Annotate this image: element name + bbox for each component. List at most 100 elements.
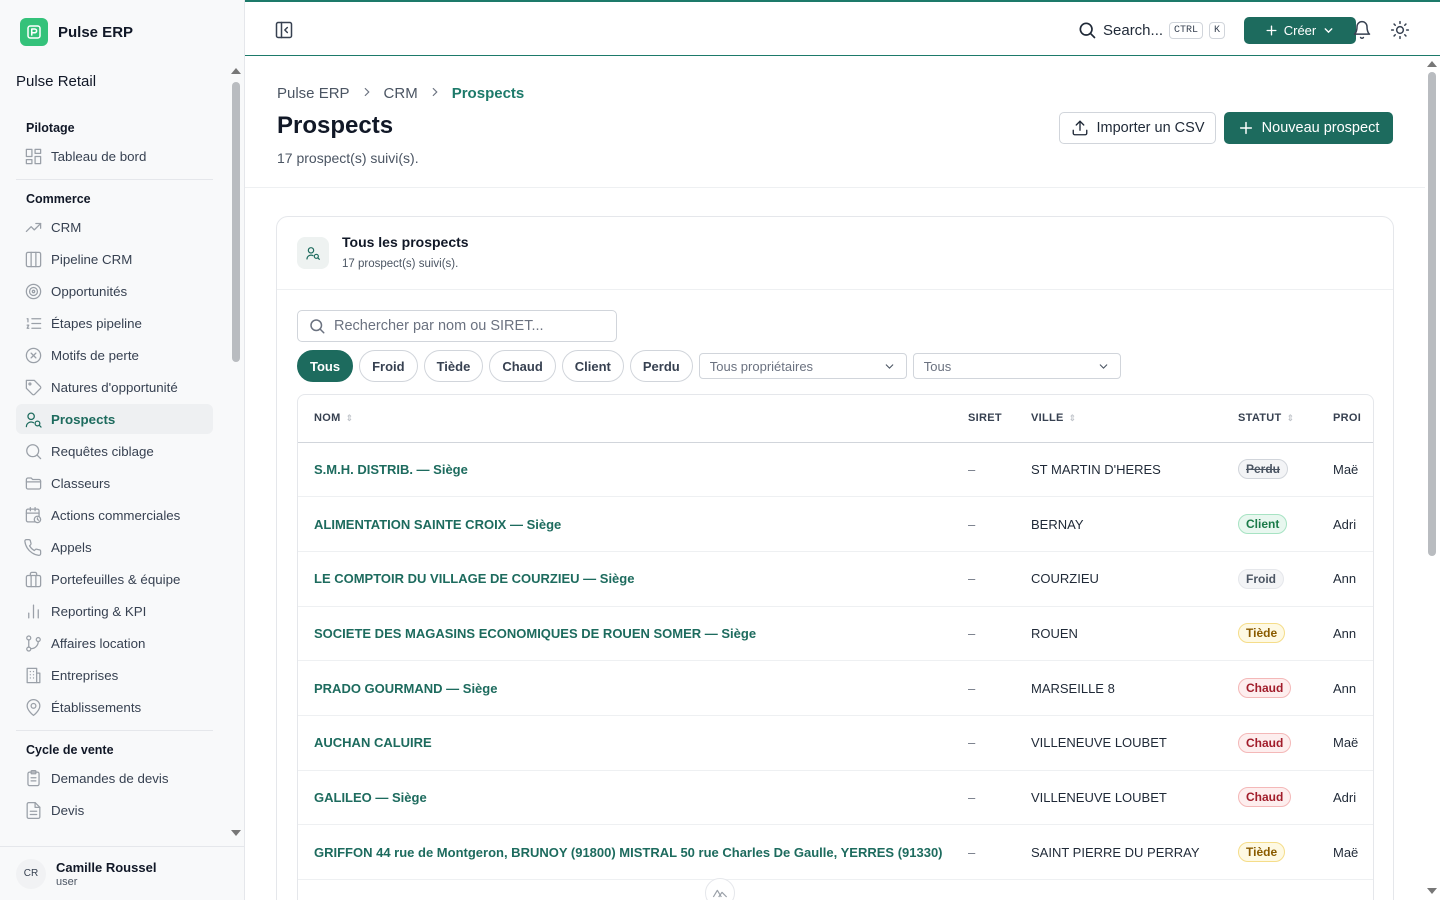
new-prospect-button[interactable]: Nouveau prospect bbox=[1224, 112, 1393, 144]
table-row[interactable]: S.M.H. DISTRIB. — Siège – ST MARTIN D'HERE… bbox=[298, 442, 1373, 498]
pulse-logo-icon bbox=[20, 18, 48, 46]
global-search-button[interactable]: Search... CTRL K bbox=[1077, 17, 1226, 43]
filter-chip-froid[interactable]: Froid bbox=[359, 350, 418, 382]
status-badge: Chaud bbox=[1238, 732, 1292, 753]
sidebar-item-label: Affaires location bbox=[51, 635, 146, 651]
owner-select[interactable]: Tous propriétaires bbox=[698, 353, 907, 379]
table-row[interactable]: GRIFFON 44 rue de Montgeron, BRUNOY (918… bbox=[298, 824, 1373, 880]
owner-value: Ann bbox=[1333, 571, 1357, 587]
prospect-name-link[interactable]: ALIMENTATION SAINTE CROIX — Siège bbox=[314, 517, 561, 532]
sidebar-toggle-icon[interactable] bbox=[274, 20, 294, 40]
devtools-toggle-icon[interactable] bbox=[705, 878, 735, 900]
scroll-down-arrow-icon[interactable] bbox=[1427, 888, 1437, 894]
sidebar-item-demandes-de-devis[interactable]: Demandes de devis bbox=[16, 763, 213, 793]
organization-name[interactable]: Pulse Retail bbox=[16, 73, 96, 90]
sidebar-scrollbar-thumb[interactable] bbox=[232, 82, 240, 362]
sidebar-item-requetes-ciblage[interactable]: Requêtes ciblage bbox=[16, 436, 213, 466]
page-subtitle: 17 prospect(s) suivi(s). bbox=[277, 150, 419, 166]
owner-value: Ann bbox=[1333, 625, 1357, 641]
breadcrumb-item[interactable]: Pulse ERP bbox=[277, 85, 350, 102]
theme-toggle-sun-icon[interactable] bbox=[1390, 20, 1410, 45]
table-row[interactable]: ALIMENTATION SAINTE CROIX — Siège – BERNAY… bbox=[298, 496, 1373, 552]
table-row[interactable]: SOCIETE DES MAGASINS ECONOMIQUES DE ROUE… bbox=[298, 606, 1373, 662]
sidebar-item-label: Opportunités bbox=[51, 283, 128, 299]
sidebar-item-label: Reporting & KPI bbox=[51, 603, 147, 619]
sidebar-item-natures-opportunite[interactable]: Natures d'opportunité bbox=[16, 372, 213, 402]
table-row[interactable]: AUCHAN CALUIRE – VILLENEUVE LOUBET Chaud Maë bbox=[298, 715, 1373, 771]
scroll-up-arrow-icon[interactable] bbox=[1427, 61, 1437, 67]
user-role: user bbox=[56, 875, 78, 888]
status-badge: Tiède bbox=[1238, 623, 1286, 644]
prospect-search-input[interactable]: Rechercher par nom ou SIRET... bbox=[297, 310, 617, 342]
column-header-statut[interactable]: STATUT ⇕ bbox=[1238, 395, 1333, 443]
prospect-name-link[interactable]: SOCIETE DES MAGASINS ECONOMIQUES DE ROUE… bbox=[314, 626, 756, 641]
column-header-nom[interactable]: NOM ⇕ bbox=[298, 395, 968, 443]
topbar: Search... CTRL K Créer bbox=[245, 0, 1440, 56]
sidebar-item-crm[interactable]: CRM bbox=[16, 212, 213, 242]
sidebar-item-etapes-pipeline[interactable]: Étapes pipeline bbox=[16, 308, 213, 338]
table-row[interactable]: PRADO GOURMAND — Siège – MARSEILLE 8 Chaud A… bbox=[298, 660, 1373, 716]
sidebar-item-affaires-location[interactable]: Affaires location bbox=[16, 628, 213, 658]
filter-chip-perdu[interactable]: Perdu bbox=[629, 350, 693, 382]
sidebar-item-classeurs[interactable]: Classeurs bbox=[16, 468, 213, 498]
chevron-down-icon bbox=[1324, 28, 1333, 34]
sidebar-item-appels[interactable]: Appels bbox=[16, 532, 213, 562]
scroll-up-arrow-icon[interactable] bbox=[231, 68, 241, 74]
prospect-name-link[interactable]: LE COMPTOIR DU VILLAGE DE COURZIEU — Siè… bbox=[314, 571, 634, 586]
breadcrumb-item[interactable]: CRM bbox=[384, 85, 418, 102]
siret-value: – bbox=[968, 625, 976, 641]
siret-value: – bbox=[968, 735, 976, 751]
prospects-card: Tous les prospects 17 prospect(s) suivi(… bbox=[276, 216, 1394, 900]
x-circle-icon bbox=[25, 347, 42, 363]
sidebar-item-label: Entreprises bbox=[51, 667, 119, 683]
filter-chip-tiede[interactable]: Tiède bbox=[423, 350, 484, 382]
sidebar-item-portefeuilles-equipe[interactable]: Portefeuilles & équipe bbox=[16, 564, 213, 594]
brand[interactable]: Pulse ERP bbox=[20, 17, 133, 47]
building-icon bbox=[26, 667, 41, 683]
sidebar-item-opportunites[interactable]: Opportunités bbox=[16, 276, 213, 306]
sidebar-item-tableau-de-bord[interactable]: Tableau de bord bbox=[16, 141, 213, 171]
prospect-name-link[interactable]: AUCHAN CALUIRE bbox=[314, 735, 432, 750]
column-header-ville[interactable]: VILLE ⇕ bbox=[1031, 395, 1238, 443]
secondary-filter-select[interactable]: Tous bbox=[912, 353, 1121, 379]
scroll-down-arrow-icon[interactable] bbox=[231, 830, 241, 836]
prospect-name-link[interactable]: GALILEO — Siège bbox=[314, 790, 427, 805]
create-button[interactable]: Créer bbox=[1244, 17, 1356, 44]
create-label: Créer bbox=[1283, 23, 1317, 38]
prospect-name-link[interactable]: S.M.H. DISTRIB. — Siège bbox=[314, 462, 468, 477]
sidebar-item-label: Portefeuilles & équipe bbox=[51, 571, 181, 587]
sidebar-item-entreprises[interactable]: Entreprises bbox=[16, 660, 213, 690]
nav-section-title: Commerce bbox=[26, 192, 91, 206]
status-filter-chips: Tous Froid Tiède Chaud Client Perdu Tous… bbox=[297, 350, 1121, 382]
plus-icon bbox=[1239, 121, 1252, 135]
nav-section-title: Cycle de vente bbox=[26, 743, 114, 757]
notifications-bell-icon[interactable] bbox=[1352, 20, 1372, 45]
sidebar-item-motifs-de-perte[interactable]: Motifs de perte bbox=[16, 340, 213, 370]
user-menu[interactable]: CR Camille Roussel user bbox=[0, 846, 244, 900]
search-icon bbox=[1079, 22, 1096, 39]
sidebar-item-pipeline-crm[interactable]: Pipeline CRM bbox=[16, 244, 213, 274]
main-scrollbar-thumb[interactable] bbox=[1428, 72, 1436, 556]
filter-chip-chaud[interactable]: Chaud bbox=[489, 350, 556, 382]
city-value: COURZIEU bbox=[1031, 571, 1099, 587]
import-csv-button[interactable]: Importer un CSV bbox=[1059, 112, 1216, 144]
nav-divider bbox=[16, 179, 213, 180]
table-row[interactable]: GALILEO — Siège – VILLENEUVE LOUBET Chaud Ad… bbox=[298, 770, 1373, 826]
city-value: SAINT PIERRE DU PERRAY bbox=[1031, 844, 1200, 860]
prospect-name-link[interactable]: GRIFFON 44 rue de Montgeron, BRUNOY (918… bbox=[314, 845, 943, 860]
prospects-table: NOM ⇕ SIRET VILLE ⇕ STATUT ⇕ PROI S.M.H. DI… bbox=[298, 395, 1373, 880]
sidebar-item-actions-commerciales[interactable]: Actions commerciales bbox=[16, 500, 213, 530]
sidebar-item-label: Pipeline CRM bbox=[51, 251, 133, 267]
sidebar-item-label: Établissements bbox=[51, 699, 142, 715]
prospect-name-link[interactable]: PRADO GOURMAND — Siège bbox=[314, 681, 497, 696]
sidebar-item-etablissements[interactable]: Établissements bbox=[16, 692, 213, 722]
card-title: Tous les prospects bbox=[342, 234, 469, 250]
sidebar-item-devis[interactable]: Devis bbox=[16, 795, 213, 825]
filter-chip-tous[interactable]: Tous bbox=[297, 350, 354, 382]
table-row[interactable]: LE COMPTOIR DU VILLAGE DE COURZIEU — Siè… bbox=[298, 551, 1373, 607]
sidebar-item-prospects[interactable]: Prospects bbox=[16, 404, 213, 434]
filter-chip-client[interactable]: Client bbox=[561, 350, 624, 382]
sidebar-item-label: Requêtes ciblage bbox=[51, 443, 154, 459]
column-header-siret: SIRET bbox=[968, 395, 1031, 443]
sidebar-item-reporting-kpi[interactable]: Reporting & KPI bbox=[16, 596, 213, 626]
